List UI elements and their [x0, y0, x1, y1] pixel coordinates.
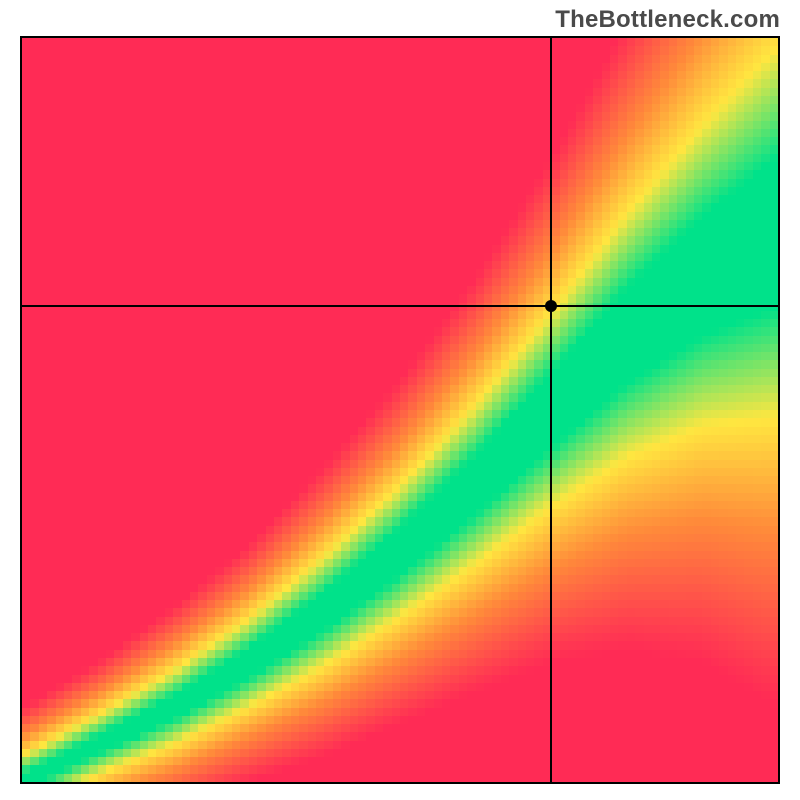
watermark-text: TheBottleneck.com — [555, 6, 780, 34]
heatmap-plot — [20, 36, 780, 784]
heatmap-canvas — [22, 38, 778, 782]
crosshair-horizontal — [22, 305, 778, 307]
marker-point — [545, 300, 557, 312]
crosshair-vertical — [550, 38, 552, 782]
